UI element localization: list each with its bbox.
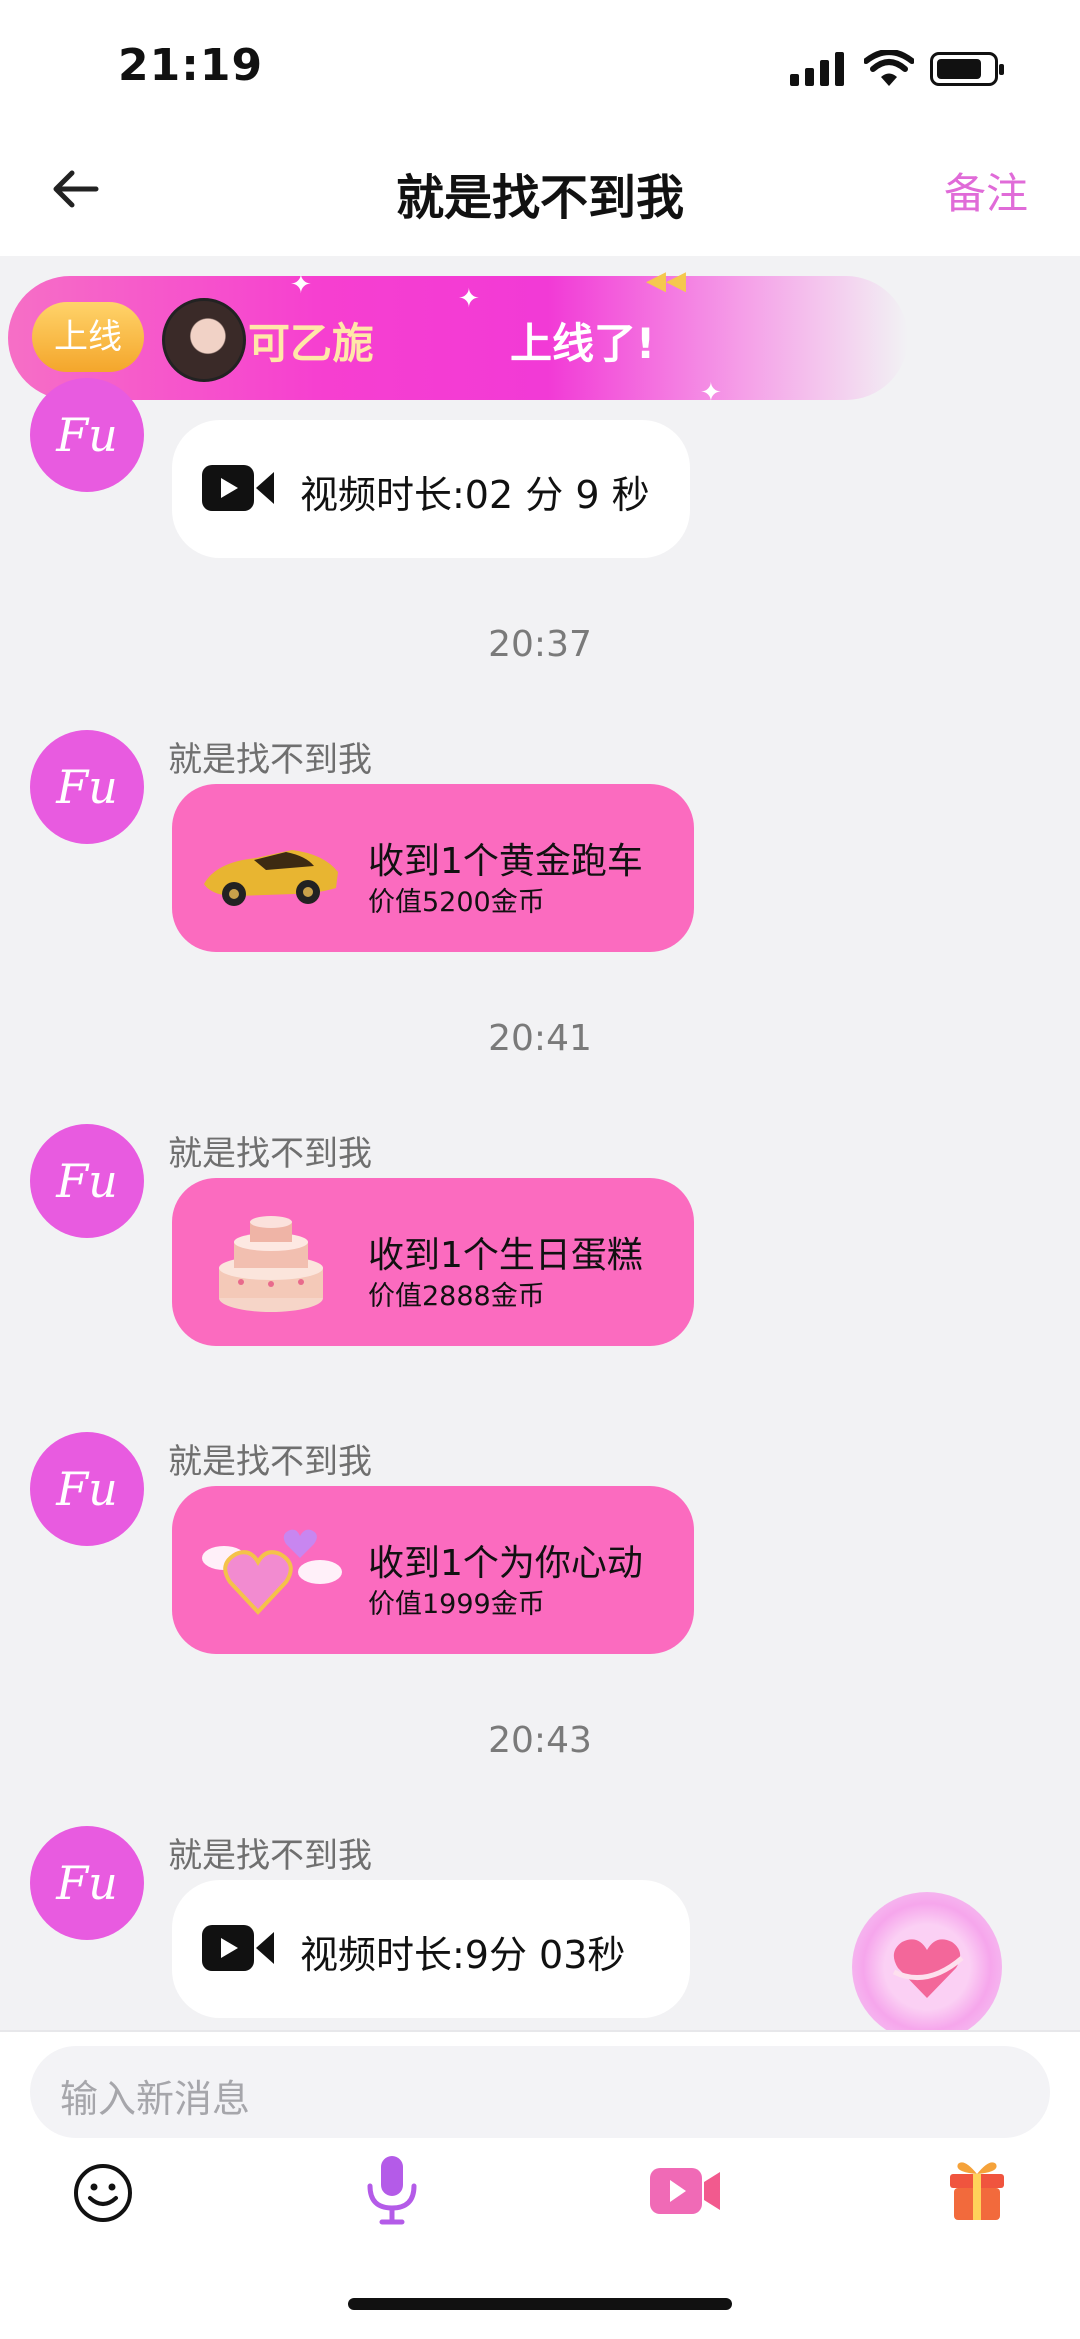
sender-name: 就是找不到我 bbox=[168, 1134, 372, 1174]
video-duration: 视频时长:9分 03秒 bbox=[300, 1933, 626, 1977]
emoji-icon[interactable] bbox=[72, 2162, 134, 2224]
online-badge: 上线 bbox=[32, 302, 144, 372]
avatar[interactable]: Fu bbox=[30, 378, 144, 492]
avatar[interactable]: Fu bbox=[30, 1432, 144, 1546]
sparkle-icon: ◀◀ bbox=[646, 266, 686, 296]
sender-name: 就是找不到我 bbox=[168, 740, 372, 780]
gold-sports-car-icon bbox=[204, 850, 338, 906]
gift-message[interactable]: 收到1个生日蛋糕 价值2888金币 bbox=[172, 1178, 694, 1346]
sender-name: 就是找不到我 bbox=[168, 1442, 372, 1482]
avatar[interactable]: Fu bbox=[30, 730, 144, 844]
message-timestamp: 20:41 bbox=[488, 1018, 592, 1059]
video-call-icon bbox=[202, 465, 254, 511]
avatar[interactable]: Fu bbox=[30, 1124, 144, 1238]
gift-icon[interactable] bbox=[946, 2156, 1008, 2222]
video-camera-lens bbox=[256, 472, 274, 504]
gift-title: 收到1个生日蛋糕 bbox=[368, 1235, 643, 1276]
gift-value: 价值2888金币 bbox=[368, 1281, 545, 1312]
video-call-message[interactable]: 视频时长:02 分 9 秒 bbox=[172, 420, 690, 558]
gift-title: 收到1个为你心动 bbox=[368, 1543, 643, 1584]
message-timestamp: 20:37 bbox=[488, 624, 592, 665]
video-duration: 视频时长:02 分 9 秒 bbox=[300, 473, 650, 517]
signal-icon bbox=[790, 52, 846, 86]
birthday-cake-icon bbox=[219, 1216, 323, 1312]
message-input-placeholder: 输入新消息 bbox=[60, 2077, 251, 2121]
gift-value: 价值5200金币 bbox=[368, 887, 545, 918]
sender-name: 就是找不到我 bbox=[168, 1836, 372, 1876]
avatar bbox=[162, 298, 246, 382]
status-time: 21:19 bbox=[118, 40, 264, 91]
gift-title: 收到1个黄金跑车 bbox=[368, 841, 643, 882]
sparkle-icon: ✦ bbox=[290, 270, 312, 300]
heart-icon bbox=[892, 1939, 964, 1998]
battery-icon bbox=[930, 52, 1004, 86]
winged-heart-icon bbox=[202, 1529, 342, 1615]
avatar[interactable]: Fu bbox=[30, 1826, 144, 1940]
online-status-text: 上线了! bbox=[510, 319, 656, 368]
gift-value: 价值1999金币 bbox=[368, 1589, 545, 1620]
message-timestamp: 20:43 bbox=[488, 1720, 592, 1761]
page-title: 就是找不到我 bbox=[395, 170, 684, 226]
online-user-name: 可乙旎 bbox=[248, 319, 375, 368]
video-camera-lens bbox=[256, 1932, 274, 1964]
video-call-icon[interactable] bbox=[648, 2164, 722, 2218]
video-call-message[interactable]: 视频时长:9分 03秒 bbox=[172, 1880, 690, 2018]
gift-message[interactable]: 收到1个黄金跑车 价值5200金币 bbox=[172, 784, 694, 952]
floating-heart-button[interactable] bbox=[852, 1892, 1002, 2042]
home-indicator bbox=[348, 2298, 732, 2310]
gift-message[interactable]: 收到1个为你心动 价值1999金币 bbox=[172, 1486, 694, 1654]
remark-button[interactable]: 备注 bbox=[944, 160, 1028, 221]
microphone-icon[interactable] bbox=[364, 2154, 420, 2226]
sparkle-icon: ✦ bbox=[700, 378, 722, 408]
sparkle-icon: ✦ bbox=[458, 284, 480, 314]
wifi-icon bbox=[864, 50, 914, 86]
video-call-icon bbox=[202, 1925, 254, 1971]
